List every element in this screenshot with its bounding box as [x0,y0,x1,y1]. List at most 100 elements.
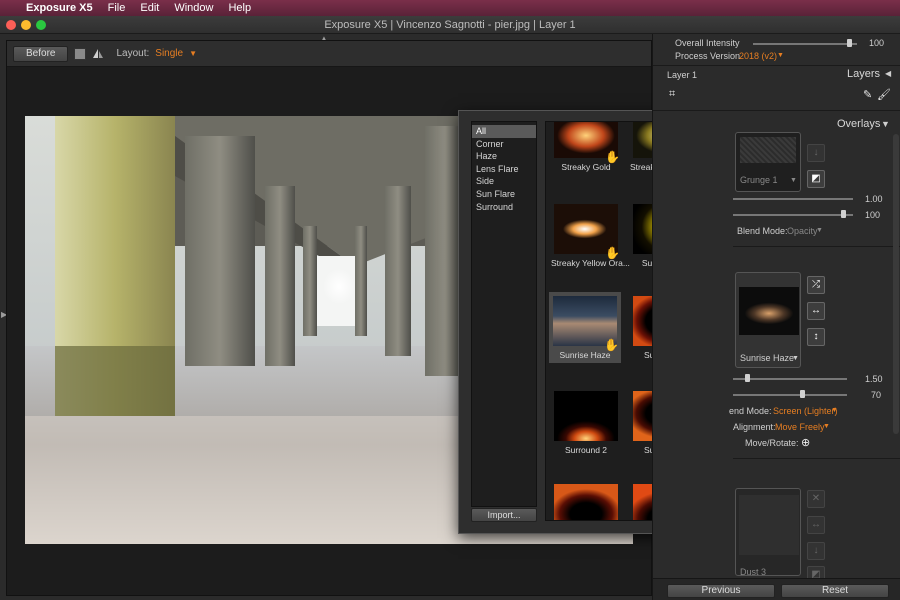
viewer-toolbar: Before Layout: Single ▼ [7,41,651,67]
flip-vertical-icon[interactable]: ↕ [807,328,825,346]
overall-intensity-knob[interactable] [847,39,852,47]
blend-mode-label: end Mode: [729,406,772,416]
dust-thumbnail [739,495,799,555]
crop-icon[interactable]: ⌗ [669,88,675,101]
collapse-layers-icon[interactable]: ◀ [885,69,891,78]
layout-label: Layout: [116,48,150,59]
divider [653,65,900,66]
thumbnail-label: Surround 2 [564,445,608,455]
overlay-2-slider-value: 1.50 [865,374,883,384]
move-rotate-label: Move/Rotate: [745,438,799,448]
chevron-down-icon[interactable]: ▼ [790,177,797,184]
hand-icon: ✋ [605,150,620,164]
shuffle-icon[interactable]: ⤮ [807,276,825,294]
previous-button[interactable]: Previous [667,584,775,598]
hand-icon: ✋ [604,338,619,352]
blend-mode-dropdown[interactable]: Opacity [787,226,818,236]
category-haze[interactable]: Haze [472,150,536,163]
overlay-2-slider[interactable] [733,378,847,380]
category-surround[interactable]: Surround [472,201,536,214]
overlay-1-slider-value: 1.00 [865,194,883,204]
menu-help[interactable]: Help [228,2,251,14]
divider [653,110,900,111]
panel-scrollbar[interactable] [893,134,899,434]
chevron-down-icon[interactable]: ▼ [792,355,799,362]
chevron-down-icon[interactable]: ▼ [816,227,823,234]
thumbnail-surround-4[interactable] [551,484,621,520]
import-button[interactable]: Import... [471,508,537,522]
before-button[interactable]: Before [13,45,69,62]
overlay-1-opacity-slider[interactable] [733,214,853,216]
layers-title[interactable]: Layers [847,68,880,80]
category-all[interactable]: All [472,125,536,138]
layout-dropdown[interactable]: Single [155,48,183,59]
category-corner[interactable]: Corner [472,138,536,151]
pencil-icon[interactable]: ✎ [863,88,872,101]
overlay-slot-sunrise-haze[interactable]: Sunrise Haze ▼ [735,272,801,368]
chevron-down-icon[interactable]: ▼ [823,423,830,430]
category-lens-flare[interactable]: Lens Flare [472,163,536,176]
window-title: Exposure X5 | Vincenzo Sagnotti - pier.j… [324,19,576,31]
flip-horizontal-icon[interactable]: ↔ [807,302,825,320]
sail-icon[interactable] [92,48,104,60]
overlay-2-opacity-value: 70 [871,390,882,400]
shuffle-icon[interactable]: ✕ [807,490,825,508]
overlay-slot-grunge[interactable]: Grunge 1 ▼ [735,132,801,192]
category-side[interactable]: Side [472,175,536,188]
overall-intensity-slider[interactable] [753,43,857,45]
close-window-button[interactable] [6,20,16,30]
right-panel: Overall Intensity 100 Process Version 20… [652,34,900,600]
overlays-title[interactable]: Overlays [837,118,880,130]
menu-file[interactable]: File [108,2,126,14]
divider [733,458,900,459]
overlay-2-opacity-slider[interactable] [733,394,847,396]
alignment-label: Alignment: [733,422,776,432]
grunge-thumbnail [740,137,796,163]
hand-icon: ✋ [605,246,620,260]
overlay-1-opacity-knob[interactable] [841,210,846,218]
thumbnail-sunrise-haze[interactable]: ✋ Sunrise Haze [549,292,621,363]
divider [733,246,900,247]
menu-app[interactable]: Exposure X5 [26,2,93,14]
maximize-window-button[interactable] [36,20,46,30]
overlay-1-slider[interactable] [733,198,853,200]
overall-intensity-label: Overall Intensity [675,38,740,48]
window-titlebar: Exposure X5 | Vincenzo Sagnotti - pier.j… [0,16,900,34]
move-down-icon[interactable]: ↓ [807,542,825,560]
menu-window[interactable]: Window [174,2,213,14]
overlay-category-list: All Corner Haze Lens Flare Side Sun Flar… [471,121,537,507]
window-controls [6,20,46,30]
flip-horizontal-icon[interactable]: ↔ [807,516,825,534]
sunrise-haze-thumbnail [739,287,799,335]
category-sun-flare[interactable]: Sun Flare [472,188,536,201]
compare-toggle[interactable] [74,47,87,60]
overlay-name: Grunge 1 [740,175,778,185]
alignment-dropdown[interactable]: Move Freely [775,422,825,432]
minimize-window-button[interactable] [21,20,31,30]
thumbnail-streaky-gold[interactable]: ✋ Streaky Gold [551,122,621,172]
overlay-2-opacity-knob[interactable] [800,390,805,398]
overlay-1-opacity-value: 100 [865,210,881,220]
thumbnail-surround-2[interactable]: Surround 2 [551,391,621,455]
menu-edit[interactable]: Edit [140,2,159,14]
move-down-icon[interactable]: ↓ [807,144,825,162]
chevron-down-icon[interactable]: ▼ [189,49,197,58]
invert-icon[interactable]: ◩ [807,170,825,188]
chevron-down-icon[interactable]: ▼ [777,52,784,59]
chevron-down-icon[interactable]: ▼ [831,407,838,414]
chevron-down-icon[interactable]: ▼ [881,119,890,129]
overall-intensity-value: 100 [869,38,885,48]
blend-mode-label: Blend Mode: [737,226,788,236]
blend-mode-dropdown[interactable]: Screen (Lighter) [773,406,838,416]
process-version-dropdown[interactable]: 2018 (v2) [739,51,777,61]
layer-label: Layer 1 [667,70,698,80]
reset-button[interactable]: Reset [781,584,889,598]
thumbnail-streaky-yellow-orange[interactable]: ✋ Streaky Yellow Ora... [551,204,630,268]
menubar: Exposure X5 File Edit Window Help [0,0,900,16]
overlay-slot-dust[interactable]: Dust 3 [735,488,801,577]
overlay-name: Dust 3 [740,567,767,577]
move-rotate-icon[interactable]: ⊕ [801,436,810,449]
brush-icon[interactable]: 🖌 [877,88,891,101]
overlay-name: Sunrise Haze [740,353,795,363]
overlay-2-slider-knob[interactable] [745,374,750,382]
